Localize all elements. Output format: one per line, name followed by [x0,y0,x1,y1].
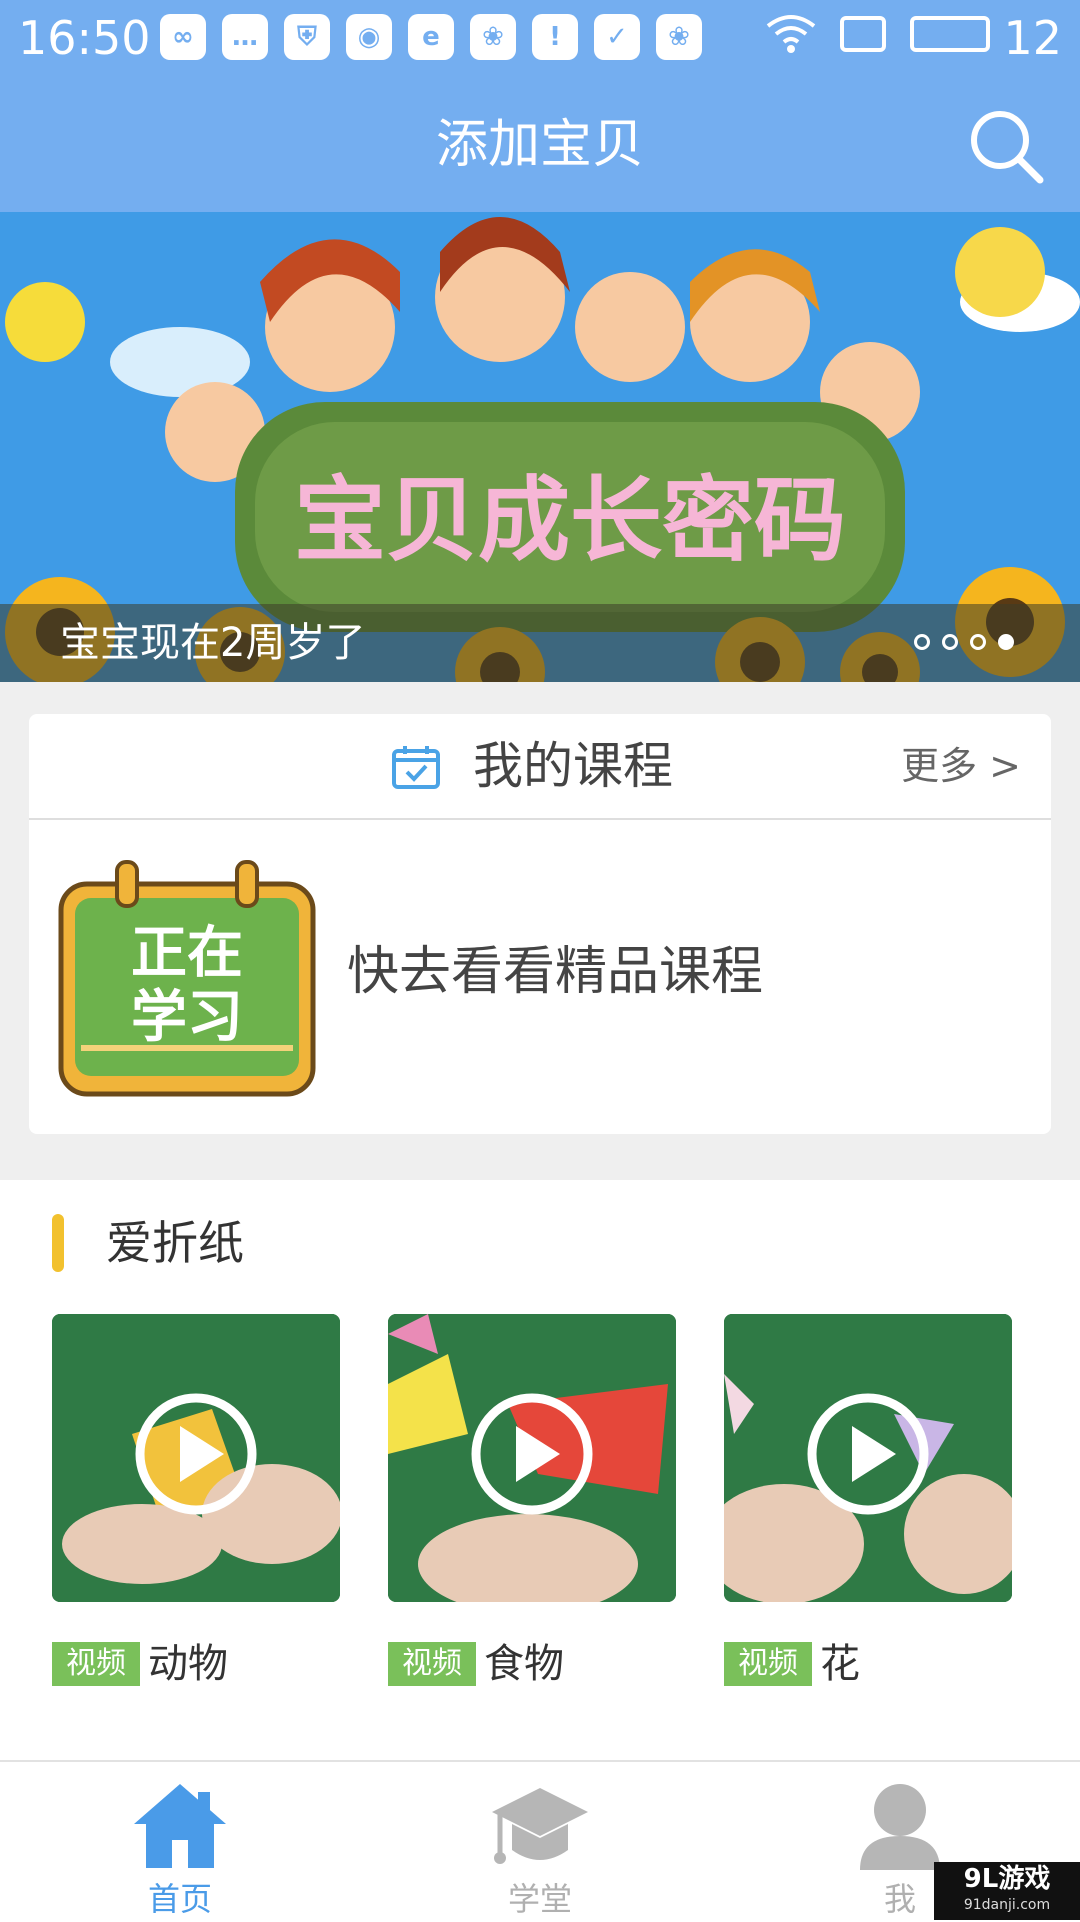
section-title: 爱折纸 [106,1216,244,1270]
status-system-icons [766,14,990,54]
weibo-icon: ◉ [346,14,392,60]
banner-art-text: 宝贝成长密码 [294,467,846,574]
tab-label: 学堂 [507,1880,572,1918]
squirrel-icon: ❀ [656,14,702,60]
course-prompt-text[interactable]: 快去看看精品课程 [347,930,763,1014]
tab-home[interactable]: 首页 [80,1762,280,1922]
my-courses-title: 我的课程 [473,737,673,795]
origami-section: 爱折纸 视频 动物 视频 食物 视频 花 [0,1180,1080,1760]
video-thumbnail[interactable] [724,1314,1012,1602]
video-card-flower[interactable]: 视频 花 [724,1314,1012,1686]
banner-caption-bar: 宝宝现在2周岁了 [0,604,1080,682]
watermark-sub: 91danji.com [963,1897,1051,1913]
check-icon: ✓ [594,14,640,60]
my-courses-card: 我的课程 更多 > 正在 学习 快去看看精品课程 [29,714,1051,1134]
alert-icon: ! [532,14,578,60]
home-icon [134,1784,226,1868]
video-card-animals[interactable]: 视频 动物 [52,1314,340,1686]
infinity-icon: ∞ [160,14,206,60]
battery-level: 12 [1003,11,1062,65]
studying-calendar-icon[interactable]: 正在 学习 [57,858,317,1098]
watermark-main: 9L游戏 [963,1864,1051,1894]
video-name[interactable]: 食物 [484,1642,564,1686]
video-tag: 视频 [52,1642,140,1686]
status-time: 16:50 [18,11,151,65]
carousel-indicator [914,634,1014,650]
video-name[interactable]: 动物 [148,1642,228,1686]
search-icon[interactable] [966,106,1046,186]
video-name[interactable]: 花 [820,1642,860,1686]
sim-icon [840,16,886,52]
wifi-icon [766,15,816,53]
browser-icon: e [408,14,454,60]
status-bar: 16:50 ∞ … ⛨ ◉ e ❀ ! ✓ ❀ 12 [0,0,1080,78]
video-thumbnail[interactable] [388,1314,676,1602]
chat-icon: … [222,14,268,60]
carousel-dot[interactable] [942,634,958,650]
video-thumbnail[interactable] [52,1314,340,1602]
app-header: 添加宝贝 [0,78,1080,212]
carousel-dot[interactable] [914,634,930,650]
battery-icon [910,16,990,52]
calendar-check-icon [392,746,440,789]
tab-classroom[interactable]: 学堂 [440,1762,640,1922]
person-icon [860,1784,940,1870]
tab-label: 首页 [147,1880,212,1918]
section-accent-bar [52,1214,64,1272]
status-notification-icons: ∞ … ⛨ ◉ e ❀ ! ✓ ❀ [160,14,702,64]
watermark-logo: 9L游戏 91danji.com [934,1862,1080,1920]
carousel-dot-active[interactable] [998,634,1014,650]
banner-caption: 宝宝现在2周岁了 [60,620,366,666]
studying-line-1: 正在 [131,921,243,986]
page-title[interactable]: 添加宝贝 [0,78,1080,212]
studying-line-2: 学习 [131,985,243,1050]
my-courses-header: 我的课程 更多 > [29,714,1051,820]
video-tag: 视频 [724,1642,812,1686]
video-tag: 视频 [388,1642,476,1686]
video-card-food[interactable]: 视频 食物 [388,1314,676,1686]
shield-icon: ⛨ [284,14,330,60]
carousel-dot[interactable] [970,634,986,650]
uc-icon: ❀ [470,14,516,60]
more-link[interactable]: 更多 > [901,714,1021,818]
bottom-tab-bar: 首页 学堂 我 [0,1760,1080,1922]
graduation-cap-icon [492,1788,588,1864]
